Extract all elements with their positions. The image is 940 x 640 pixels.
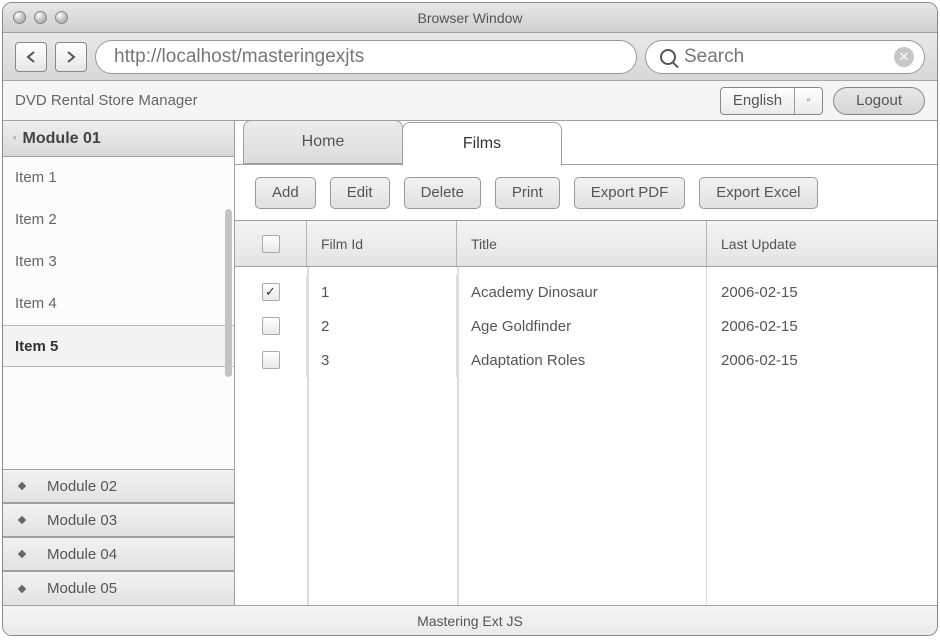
tab-films[interactable]: Films [402, 122, 562, 166]
content-area: Home Films Add Edit Delete Print Export … [235, 121, 937, 605]
expand-icon [18, 516, 26, 524]
collapse-icon: ▫ [13, 133, 17, 144]
app-header: DVD Rental Store Manager English ▫ Logou… [3, 81, 937, 121]
tab-strip: Home Films [235, 121, 937, 165]
search-input[interactable]: Search ✕ [645, 40, 925, 74]
header-title[interactable]: Title [457, 221, 707, 266]
table-row[interactable]: 3Adaptation Roles2006-02-15 [235, 343, 937, 377]
module-01-title: Module 01 [23, 130, 101, 148]
expand-icon [18, 482, 26, 490]
row-checkbox-cell [235, 343, 307, 377]
table-row[interactable]: 2Age Goldfinder2006-02-15 [235, 309, 937, 343]
header-checkbox-cell [235, 221, 307, 266]
footer: Mastering Ext JS [3, 605, 937, 635]
main-area: ▫ Module 01 Item 1 Item 2 Item 3 Item 4 … [3, 121, 937, 605]
row-checkbox[interactable] [262, 317, 280, 335]
edit-button[interactable]: Edit [330, 177, 390, 209]
clear-search-icon[interactable]: ✕ [894, 47, 914, 67]
url-input[interactable]: http://localhost/masteringexjts [95, 40, 637, 74]
sidebar-item-1[interactable]: Item 1 [3, 157, 234, 199]
cell-title: Age Goldfinder [457, 309, 707, 343]
sidebar-item-4[interactable]: Item 4 [3, 283, 234, 325]
forward-button[interactable] [55, 42, 87, 72]
row-checkbox[interactable] [262, 351, 280, 369]
grid-header: Film Id Title Last Update [235, 221, 937, 267]
chevron-right-icon [66, 51, 76, 63]
sidebar-module-02-header[interactable]: Module 02 [3, 469, 234, 503]
chevron-left-icon [26, 51, 36, 63]
cell-last-update: 2006-02-15 [707, 275, 937, 309]
traffic-lights [13, 11, 68, 24]
sidebar-module-03-header[interactable]: Module 03 [3, 503, 234, 537]
row-checkbox-cell [235, 309, 307, 343]
window-title: Browser Window [417, 10, 522, 26]
search-icon [660, 49, 676, 65]
titlebar: Browser Window [3, 3, 937, 33]
sidebar-item-5[interactable]: Item 5 [3, 325, 234, 367]
cell-film-id: 1 [307, 275, 457, 309]
grid-body: ✓1Academy Dinosaur2006-02-152Age Goldfin… [235, 267, 937, 605]
cell-last-update: 2006-02-15 [707, 309, 937, 343]
sidebar-item-2[interactable]: Item 2 [3, 199, 234, 241]
sidebar-module-01-header[interactable]: ▫ Module 01 [3, 121, 234, 157]
print-button[interactable]: Print [495, 177, 560, 209]
row-checkbox[interactable]: ✓ [262, 283, 280, 301]
sidebar-item-3[interactable]: Item 3 [3, 241, 234, 283]
browser-window: Browser Window http://localhost/masterin… [2, 2, 938, 636]
close-window-icon[interactable] [13, 11, 26, 24]
module-05-title: Module 05 [47, 580, 117, 597]
header-last-update[interactable]: Last Update [707, 221, 937, 266]
footer-text: Mastering Ext JS [417, 613, 523, 629]
cell-title: Adaptation Roles [457, 343, 707, 377]
select-all-checkbox[interactable] [262, 235, 280, 253]
grid-toolbar: Add Edit Delete Print Export PDF Export … [235, 165, 937, 221]
zoom-window-icon[interactable] [55, 11, 68, 24]
expand-icon [18, 584, 26, 592]
cell-title: Academy Dinosaur [457, 275, 707, 309]
cell-last-update: 2006-02-15 [707, 343, 937, 377]
sidebar-module-05-header[interactable]: Module 05 [3, 571, 234, 605]
language-label: English [721, 92, 794, 109]
search-placeholder: Search [684, 46, 886, 68]
logout-button[interactable]: Logout [833, 87, 925, 115]
sidebar-module-01-items: Item 1 Item 2 Item 3 Item 4 Item 5 [3, 157, 234, 469]
app-title: DVD Rental Store Manager [15, 92, 198, 109]
films-grid: Film Id Title Last Update ✓ 1Academy Dino… [235, 221, 937, 605]
browser-toolbar: http://localhost/masteringexjts Search ✕ [3, 33, 937, 81]
table-row[interactable]: ✓ 1Academy Dinosaur2006-02-15 [235, 275, 937, 309]
back-button[interactable] [15, 42, 47, 72]
tab-home[interactable]: Home [243, 121, 403, 164]
row-checkbox-cell: ✓ [235, 275, 307, 309]
expand-icon [18, 550, 26, 558]
add-button[interactable]: Add [255, 177, 316, 209]
cell-film-id: 3 [307, 343, 457, 377]
logout-label: Logout [856, 92, 902, 109]
url-text: http://localhost/masteringexjts [114, 46, 364, 68]
cell-film-id: 2 [307, 309, 457, 343]
chevron-down-icon: ▫ [794, 88, 822, 114]
delete-button[interactable]: Delete [404, 177, 481, 209]
module-04-title: Module 04 [47, 546, 117, 563]
module-02-title: Module 02 [47, 478, 117, 495]
sidebar-scrollbar[interactable] [225, 209, 232, 377]
module-03-title: Module 03 [47, 512, 117, 529]
sidebar: ▫ Module 01 Item 1 Item 2 Item 3 Item 4 … [3, 121, 235, 605]
sidebar-module-04-header[interactable]: Module 04 [3, 537, 234, 571]
header-film-id[interactable]: Film Id [307, 221, 457, 266]
export-pdf-button[interactable]: Export PDF [574, 177, 686, 209]
language-select[interactable]: English ▫ [720, 87, 823, 115]
export-excel-button[interactable]: Export Excel [699, 177, 817, 209]
minimize-window-icon[interactable] [34, 11, 47, 24]
